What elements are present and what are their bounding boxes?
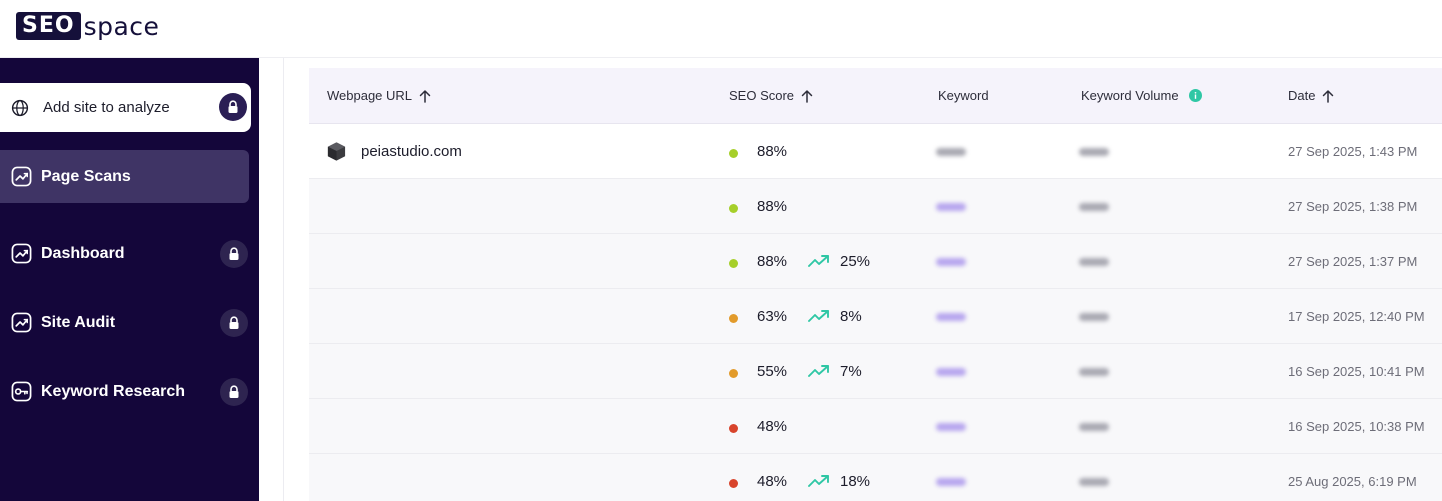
sidebar-item-page-scans[interactable]: Page Scans bbox=[0, 150, 249, 203]
scan-date: 25 Aug 2025, 6:19 PM bbox=[1288, 474, 1417, 489]
sort-arrow-up-icon[interactable] bbox=[801, 89, 813, 103]
seo-score-value: 88% bbox=[757, 198, 788, 215]
sidebar-item-keyword-research[interactable]: Keyword Research bbox=[0, 365, 249, 418]
sidebar-item-site-audit[interactable]: Site Audit bbox=[0, 296, 249, 349]
table-row[interactable]: 88% 25% 27 Sep 2025, 1:37 PM bbox=[309, 234, 1442, 289]
trend-up-icon bbox=[808, 364, 830, 378]
blurred-keyword-volume bbox=[1079, 478, 1109, 486]
status-dot bbox=[729, 314, 738, 323]
trend-up-icon bbox=[808, 309, 830, 323]
scan-date: 16 Sep 2025, 10:38 PM bbox=[1288, 419, 1425, 434]
page-scans-table: Webpage URL SEO Score Keyword Keyword Vo… bbox=[309, 68, 1442, 501]
status-dot bbox=[729, 479, 738, 488]
seo-score-value: 55% bbox=[757, 363, 788, 380]
webpage-url[interactable]: peiastudio.com bbox=[361, 143, 462, 160]
blurred-keyword-volume bbox=[1079, 258, 1109, 266]
sidebar-item-label: Dashboard bbox=[41, 245, 125, 262]
score-change-value: 8% bbox=[840, 308, 862, 325]
lock-icon bbox=[220, 309, 248, 337]
column-header-score[interactable]: SEO Score bbox=[729, 88, 813, 103]
sort-arrow-up-icon[interactable] bbox=[1322, 89, 1334, 103]
trend-up-icon bbox=[808, 474, 830, 488]
blurred-keyword-volume bbox=[1079, 423, 1109, 431]
chart-icon bbox=[11, 166, 32, 187]
seo-score-value: 88% bbox=[757, 143, 788, 160]
status-dot bbox=[729, 369, 738, 378]
table-row[interactable]: 55% 7% 16 Sep 2025, 10:41 PM bbox=[309, 344, 1442, 399]
sort-arrow-up-icon[interactable] bbox=[419, 89, 431, 103]
blurred-keyword bbox=[936, 148, 966, 156]
sidebar-item-label: Site Audit bbox=[41, 314, 116, 331]
lock-icon bbox=[220, 378, 248, 406]
table-body: peiastudio.com 88% 27 Sep 2025, 1:43 PM 88%… bbox=[309, 124, 1442, 501]
sidebar-item-label: Keyword Research bbox=[41, 383, 186, 400]
column-header-date[interactable]: Date bbox=[1288, 88, 1334, 103]
seo-score-value: 88% bbox=[757, 253, 788, 270]
column-header-label: Keyword Volume bbox=[1081, 88, 1179, 103]
status-dot bbox=[729, 424, 738, 433]
table-row[interactable]: 48% 18% 25 Aug 2025, 6:19 PM bbox=[309, 454, 1442, 501]
content-divider bbox=[283, 58, 284, 501]
status-dot bbox=[729, 259, 738, 268]
blurred-keyword bbox=[936, 313, 966, 321]
logo-seo-mark: SEO bbox=[16, 12, 81, 40]
status-dot bbox=[729, 149, 738, 158]
logo-wordmark: space bbox=[83, 11, 160, 41]
scan-date: 27 Sep 2025, 1:43 PM bbox=[1288, 144, 1418, 159]
key-icon bbox=[11, 381, 32, 402]
lock-icon bbox=[219, 93, 247, 121]
status-dot bbox=[729, 204, 738, 213]
seo-score-value: 48% bbox=[757, 418, 788, 435]
info-icon[interactable] bbox=[1188, 89, 1202, 102]
sidebar-item-dashboard[interactable]: Dashboard bbox=[0, 227, 249, 280]
blurred-keyword bbox=[936, 258, 966, 266]
blurred-keyword-volume bbox=[1079, 368, 1109, 376]
trend-up-icon bbox=[808, 254, 830, 268]
seo-score-value: 63% bbox=[757, 308, 788, 325]
table-row[interactable]: 88% 27 Sep 2025, 1:38 PM bbox=[309, 179, 1442, 234]
site-favicon-icon bbox=[327, 142, 346, 161]
add-site-label: Add site to analyze bbox=[43, 99, 170, 116]
blurred-keyword bbox=[936, 478, 966, 486]
table-header: Webpage URL SEO Score Keyword Keyword Vo… bbox=[309, 68, 1442, 124]
blurred-keyword bbox=[936, 368, 966, 376]
blurred-keyword-volume bbox=[1079, 313, 1109, 321]
chart-icon bbox=[11, 312, 32, 333]
top-bar: SEO space bbox=[0, 0, 1442, 58]
column-header-label: Date bbox=[1288, 88, 1316, 103]
table-row[interactable]: 48% 16 Sep 2025, 10:38 PM bbox=[309, 399, 1442, 454]
column-header-label: SEO Score bbox=[729, 88, 795, 103]
score-change-value: 18% bbox=[840, 473, 871, 490]
blurred-keyword bbox=[936, 203, 966, 211]
globe-icon bbox=[11, 99, 29, 117]
seo-score-value: 48% bbox=[757, 473, 788, 490]
column-header-label: Keyword bbox=[938, 88, 989, 103]
sidebar: Add site to analyze Page Scans Dashboard… bbox=[0, 58, 259, 501]
column-header-url[interactable]: Webpage URL bbox=[327, 88, 431, 103]
scan-date: 27 Sep 2025, 1:38 PM bbox=[1288, 199, 1418, 214]
table-row[interactable]: 63% 8% 17 Sep 2025, 12:40 PM bbox=[309, 289, 1442, 344]
column-header-keyword: Keyword bbox=[938, 88, 989, 103]
blurred-keyword-volume bbox=[1079, 148, 1109, 156]
scan-date: 16 Sep 2025, 10:41 PM bbox=[1288, 364, 1425, 379]
scan-date: 27 Sep 2025, 1:37 PM bbox=[1288, 254, 1418, 269]
seo-space-logo[interactable]: SEO space bbox=[16, 10, 159, 42]
score-change-value: 7% bbox=[840, 363, 862, 380]
blurred-keyword-volume bbox=[1079, 203, 1109, 211]
column-header-label: Webpage URL bbox=[327, 88, 413, 103]
table-row[interactable]: peiastudio.com 88% 27 Sep 2025, 1:43 PM bbox=[309, 124, 1442, 179]
lock-icon bbox=[220, 240, 248, 268]
score-change-value: 25% bbox=[840, 253, 871, 270]
column-header-volume: Keyword Volume bbox=[1081, 88, 1202, 103]
sidebar-item-label: Page Scans bbox=[41, 168, 131, 185]
blurred-keyword bbox=[936, 423, 966, 431]
scan-date: 17 Sep 2025, 12:40 PM bbox=[1288, 309, 1425, 324]
add-site-button[interactable]: Add site to analyze bbox=[0, 83, 251, 132]
chart-icon bbox=[11, 243, 32, 264]
